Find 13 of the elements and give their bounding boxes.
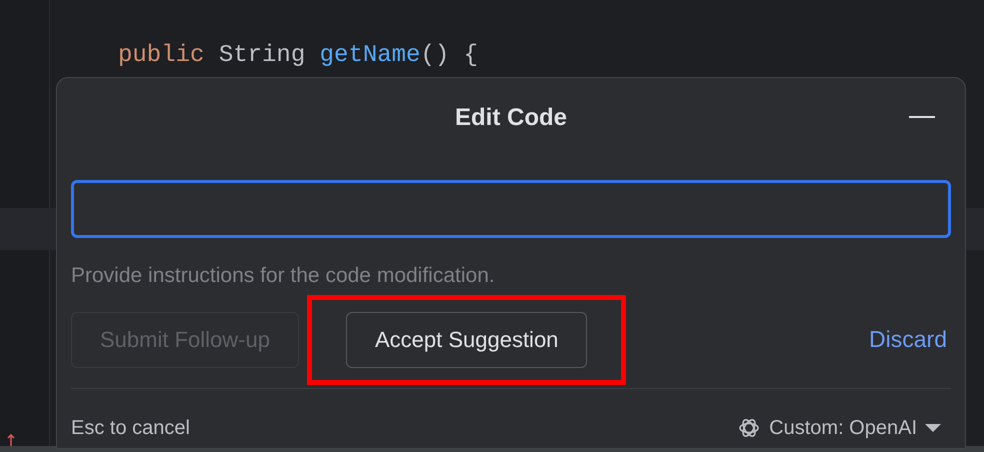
code-token: () {	[420, 41, 478, 71]
arrow-icon	[6, 434, 16, 446]
instruction-field[interactable]	[71, 180, 951, 238]
code-token: public	[118, 41, 204, 71]
hint-text: Provide instructions for the code modification.	[71, 263, 496, 289]
discard-link[interactable]: Discard	[869, 322, 947, 357]
action-button[interactable]: Accept Suggestion	[346, 312, 588, 368]
shortcut-hint: Esc to cancel	[71, 416, 190, 440]
dialog-title: Edit Code	[455, 103, 567, 133]
caret-icon[interactable]	[925, 422, 941, 432]
code-token: getName	[320, 41, 420, 71]
code-token: String	[218, 41, 306, 71]
model-selector[interactable]: Custom: OpenAI	[769, 412, 917, 442]
